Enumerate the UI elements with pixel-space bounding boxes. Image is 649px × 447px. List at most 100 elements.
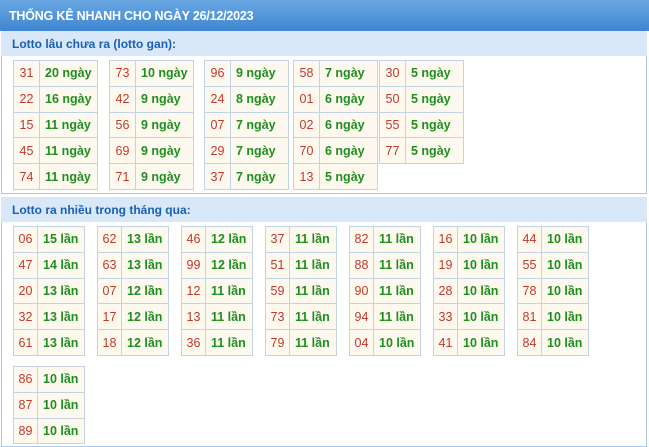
nhieu-row: 44 10 lần <box>517 226 589 253</box>
nhieu-number: 86 <box>13 366 38 393</box>
nhieu-number: 73 <box>265 303 290 331</box>
nhieu-number: 82 <box>349 226 374 253</box>
gan-number: 13 <box>293 163 320 190</box>
gan-row: 13 5 ngày <box>293 163 378 190</box>
nhieu-number: 63 <box>97 251 122 279</box>
nhieu-number: 87 <box>13 391 38 419</box>
gan-row: 77 5 ngày <box>379 137 464 165</box>
nhieu-number: 13 <box>181 303 206 331</box>
gan-number: 31 <box>13 60 40 87</box>
gan-count: 11 ngày <box>39 137 98 165</box>
nhieu-count: 10 lần <box>541 303 589 331</box>
nhieu-number: 61 <box>13 329 38 356</box>
gan-table: 58 7 ngày 01 6 ngày 02 6 ngày 70 6 ngày 13 5 ngày <box>293 60 378 190</box>
nhieu-number: 19 <box>433 251 458 279</box>
nhieu-row: 04 10 lần <box>349 329 421 356</box>
nhieu-number: 06 <box>13 226 38 253</box>
nhieu-count: 11 lần <box>205 277 253 305</box>
gan-count: 6 ngày <box>319 111 378 139</box>
gan-count: 7 ngày <box>319 60 378 87</box>
gan-row: 02 6 ngày <box>293 111 378 139</box>
nhieu-count: 15 lần <box>37 226 85 253</box>
nhieu-count: 13 lần <box>37 277 85 305</box>
nhieu-count: 11 lần <box>289 303 337 331</box>
gan-count: 9 ngày <box>230 60 289 87</box>
nhieu-row: 28 10 lần <box>433 277 505 305</box>
gan-row: 50 5 ngày <box>379 85 464 113</box>
nhieu-number: 51 <box>265 251 290 279</box>
gan-number: 74 <box>13 163 40 190</box>
nhieu-row: 86 10 lần <box>13 366 85 393</box>
gan-count: 5 ngày <box>405 85 464 113</box>
nhieu-count: 10 lần <box>541 277 589 305</box>
gan-number: 69 <box>109 137 136 165</box>
gan-count: 10 ngày <box>135 60 194 87</box>
gan-number: 70 <box>293 137 320 165</box>
gan-number: 22 <box>13 85 40 113</box>
nhieu-table: 44 10 lần 55 10 lần 78 10 lần 81 10 lần 84 10 lần <box>517 226 589 356</box>
gan-number: 37 <box>204 163 231 190</box>
nhieu-count: 10 lần <box>457 251 505 279</box>
nhieu-count: 10 lần <box>541 226 589 253</box>
nhieu-row: 18 12 lần <box>97 329 169 356</box>
nhieu-row: 62 13 lần <box>97 226 169 253</box>
gan-count: 11 ngày <box>39 163 98 190</box>
nhieu-row: 19 10 lần <box>433 251 505 279</box>
nhieu-number: 46 <box>181 226 206 253</box>
nhieu-count: 11 lần <box>289 329 337 356</box>
nhieu-number: 84 <box>517 329 542 356</box>
gan-number: 15 <box>13 111 40 139</box>
nhieu-row: 89 10 lần <box>13 417 85 445</box>
nhieu-number: 78 <box>517 277 542 305</box>
gan-number: 96 <box>204 60 231 87</box>
nhieu-count: 12 lần <box>205 226 253 253</box>
nhieu-count: 11 lần <box>205 329 253 356</box>
nhieu-row: 32 13 lần <box>13 303 85 331</box>
nhieu-count: 12 lần <box>121 277 169 305</box>
nhieu-count: 13 lần <box>121 251 169 279</box>
nhieu-count: 11 lần <box>373 226 421 253</box>
nhieu-number: 04 <box>349 329 374 356</box>
gan-count: 5 ngày <box>405 60 464 87</box>
nhieu-number: 99 <box>181 251 206 279</box>
nhieu-number: 18 <box>97 329 122 356</box>
gan-count: 6 ngày <box>319 85 378 113</box>
nhieu-number: 20 <box>13 277 38 305</box>
nhieu-row: 37 11 lần <box>265 226 337 253</box>
gan-number: 42 <box>109 85 136 113</box>
nhieu-table: 16 10 lần 19 10 lần 28 10 lần 33 10 lần 41 10 lần <box>433 226 505 356</box>
gan-count: 7 ngày <box>230 137 289 165</box>
gan-row: 30 5 ngày <box>379 60 464 87</box>
nhieu-table: 62 13 lần 63 13 lần 07 12 lần 17 12 lần 18 12 lần <box>97 226 169 356</box>
nhieu-row: 12 11 lần <box>181 277 253 305</box>
gan-row: 69 9 ngày <box>109 137 194 165</box>
nhieu-table: 86 10 lần 87 10 lần 89 10 lần <box>13 366 85 445</box>
nhieu-number: 36 <box>181 329 206 356</box>
page-title: THỐNG KÊ NHANH CHO NGÀY 26/12/2023 <box>0 0 649 31</box>
nhieu-row: 61 13 lần <box>13 329 85 356</box>
nhieu-row: 46 12 lần <box>181 226 253 253</box>
gan-number: 45 <box>13 137 40 165</box>
nhieu-number: 94 <box>349 303 374 331</box>
nhieu-number: 12 <box>181 277 206 305</box>
nhieu-count: 13 lần <box>121 226 169 253</box>
gan-row: 56 9 ngày <box>109 111 194 139</box>
nhieu-table: 46 12 lần 99 12 lần 12 11 lần 13 11 lần 36 11 lần <box>181 226 253 356</box>
gan-count: 7 ngày <box>230 163 289 190</box>
gan-count: 9 ngày <box>135 111 194 139</box>
gan-row: 07 7 ngày <box>204 111 289 139</box>
gan-row: 45 11 ngày <box>13 137 98 165</box>
gan-row: 55 5 ngày <box>379 111 464 139</box>
gan-count: 16 ngày <box>39 85 98 113</box>
gan-number: 01 <box>293 85 320 113</box>
nhieu-count: 11 lần <box>373 251 421 279</box>
gan-number: 77 <box>379 137 406 165</box>
gan-section-heading: Lotto lâu chưa ra (lotto gan): <box>1 31 647 56</box>
nhieu-row: 20 13 lần <box>13 277 85 305</box>
gan-row: 96 9 ngày <box>204 60 289 87</box>
nhieu-number: 90 <box>349 277 374 305</box>
nhieu-count: 10 lần <box>37 391 85 419</box>
gan-count: 5 ngày <box>405 137 464 165</box>
nhieu-count: 10 lần <box>457 329 505 356</box>
nhieu-row: 55 10 lần <box>517 251 589 279</box>
